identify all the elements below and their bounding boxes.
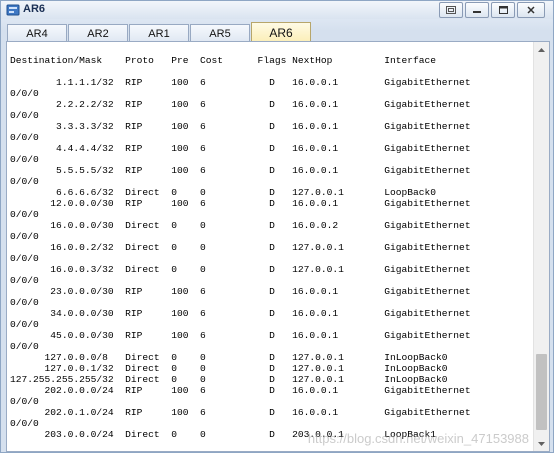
tab-ar5[interactable]: AR5 (190, 24, 250, 42)
arrow-down-icon (538, 441, 545, 446)
console-line: 1.1.1.1/32 RIP 100 6 D 16.0.0.1 GigabitE… (10, 77, 471, 88)
tab-ar4[interactable]: AR4 (7, 24, 67, 42)
tab-ar6[interactable]: AR6 (251, 22, 311, 42)
minimize-button[interactable] (465, 2, 489, 18)
vertical-scrollbar[interactable] (533, 42, 549, 451)
scroll-up-button[interactable] (534, 42, 549, 57)
console-line: 0/0/0 (10, 253, 39, 264)
maximize-button[interactable] (491, 2, 515, 18)
console-output[interactable]: Destination/Mask Proto Pre Cost Flags Ne… (6, 41, 550, 452)
console-line: 127.0.0.1/32 Direct 0 0 D 127.0.0.1 InLo… (10, 363, 448, 374)
console-line: 34.0.0.0/30 RIP 100 6 D 16.0.0.1 Gigabit… (10, 308, 471, 319)
console-line: 5.5.5.5/32 RIP 100 6 D 16.0.0.1 GigabitE… (10, 165, 471, 176)
console-line: 4.4.4.4/32 RIP 100 6 D 16.0.0.1 GigabitE… (10, 143, 471, 154)
tab-ar2[interactable]: AR2 (68, 24, 128, 42)
console-line: 127.255.255.255/32 Direct 0 0 D 127.0.0.… (10, 374, 448, 385)
console-line: 0/0/0 (10, 341, 39, 352)
console-line: 0/0/0 (10, 418, 39, 429)
console-line: 0/0/0 (10, 209, 39, 220)
restore-button[interactable] (439, 2, 463, 18)
console-line: 12.0.0.0/30 RIP 100 6 D 16.0.0.1 Gigabit… (10, 198, 471, 209)
console-line: 0/0/0 (10, 176, 39, 187)
console-line: 3.3.3.3/32 RIP 100 6 D 16.0.0.1 GigabitE… (10, 121, 471, 132)
console-line: 0/0/0 (10, 275, 39, 286)
console-line: 0/0/0 (10, 396, 39, 407)
console-line: 23.0.0.0/30 RIP 100 6 D 16.0.0.1 Gigabit… (10, 286, 471, 297)
console-line: 0/0/0 (10, 231, 39, 242)
console-line: 0/0/0 (10, 110, 39, 121)
console-line: 0/0/0 (10, 88, 39, 99)
console-line: 6.6.6.6/32 Direct 0 0 D 127.0.0.1 LoopBa… (10, 187, 437, 198)
console-line: 45.0.0.0/30 RIP 100 6 D 16.0.0.1 Gigabit… (10, 330, 471, 341)
window-title: AR6 (23, 3, 46, 15)
title-bar[interactable]: AR6 (1, 1, 553, 19)
console-line: 16.0.0.0/30 Direct 0 0 D 16.0.0.2 Gigabi… (10, 220, 471, 231)
terminal-window: AR6 AR4 AR2 AR1 AR5 AR6 Destination/Mask… (0, 0, 554, 453)
console-line: 202.0.0.0/24 RIP 100 6 D 16.0.0.1 Gigabi… (10, 385, 471, 396)
device-tabs: AR4 AR2 AR1 AR5 AR6 (7, 22, 311, 42)
console-line: 0/0/0 (10, 297, 39, 308)
close-icon (527, 6, 535, 14)
console-line: 127.0.0.0/8 Direct 0 0 D 127.0.0.1 InLoo… (10, 352, 448, 363)
console-line: 0/0/0 (10, 132, 39, 143)
console-line: 202.0.1.0/24 RIP 100 6 D 16.0.0.1 Gigabi… (10, 407, 471, 418)
console-line: 0/0/0 (10, 319, 39, 330)
app-icon (6, 4, 20, 16)
console-line: 16.0.0.2/32 Direct 0 0 D 127.0.0.1 Gigab… (10, 242, 471, 253)
scroll-down-button[interactable] (534, 436, 549, 451)
table-header: Destination/Mask Proto Pre Cost Flags Ne… (10, 55, 437, 66)
console-line: 2.2.2.2/32 RIP 100 6 D 16.0.0.1 GigabitE… (10, 99, 471, 110)
console-line: 0/0/0 (10, 154, 39, 165)
maximize-icon (498, 6, 508, 14)
restore-icon (446, 6, 456, 14)
watermark: https://blog.csdn.net/weixin_47153988 (307, 431, 529, 446)
arrow-up-icon (538, 47, 545, 52)
minimize-icon (473, 11, 481, 13)
scrollbar-thumb[interactable] (536, 354, 547, 430)
tab-ar1[interactable]: AR1 (129, 24, 189, 42)
close-button[interactable] (517, 2, 545, 18)
console-line: 16.0.0.3/32 Direct 0 0 D 127.0.0.1 Gigab… (10, 264, 471, 275)
routing-table: Destination/Mask Proto Pre Cost Flags Ne… (10, 55, 471, 440)
